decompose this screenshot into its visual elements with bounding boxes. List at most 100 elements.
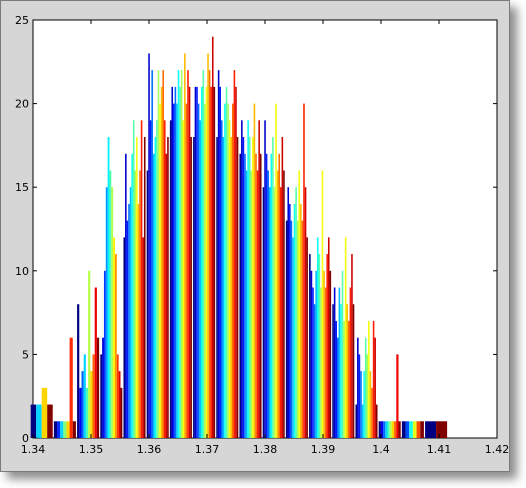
histogram-bar xyxy=(193,137,195,439)
histogram-bar xyxy=(313,304,316,438)
histogram-bar xyxy=(182,120,185,438)
histogram-bar xyxy=(210,86,212,438)
histogram-bar xyxy=(268,187,271,438)
histogram-bar xyxy=(389,421,392,438)
histogram-bar xyxy=(116,354,119,438)
histogram-bar xyxy=(281,137,284,439)
y-tick-label: 20 xyxy=(15,98,29,111)
histogram-bar xyxy=(401,421,406,438)
histogram-bar xyxy=(100,354,103,438)
histogram-bar xyxy=(412,421,417,438)
histogram-bar xyxy=(128,203,130,438)
histogram-bar xyxy=(162,70,164,438)
histogram-bar xyxy=(177,70,180,438)
histogram-bar xyxy=(283,170,285,439)
histogram-bar xyxy=(405,421,410,438)
histogram-bar xyxy=(160,86,163,438)
y-tick-label: 15 xyxy=(15,181,29,194)
histogram-bar xyxy=(205,86,208,438)
histogram-bar xyxy=(90,371,93,438)
histogram-bar xyxy=(174,86,177,438)
histogram-bar xyxy=(53,421,58,438)
y-tick-label: 10 xyxy=(15,265,29,278)
histogram-bar xyxy=(164,120,166,438)
histogram-bar xyxy=(372,320,375,438)
histogram-bar xyxy=(30,404,37,438)
histogram-bar xyxy=(196,86,198,438)
histogram-bar xyxy=(355,404,358,438)
histogram-bar xyxy=(114,254,117,438)
histogram-bar xyxy=(202,70,205,438)
histogram-bar xyxy=(171,86,174,438)
histogram-bar xyxy=(303,103,305,438)
histogram-bar xyxy=(151,70,153,438)
histogram-bar xyxy=(420,421,424,438)
histogram-bar xyxy=(194,86,197,438)
histogram-bar xyxy=(332,304,334,438)
histogram-bar xyxy=(273,187,276,438)
histogram-bar xyxy=(425,421,437,438)
histogram-bar xyxy=(222,137,225,439)
histogram-bar xyxy=(167,137,169,439)
histogram-bar xyxy=(159,103,161,438)
histogram-bar xyxy=(265,153,268,438)
histogram-bar xyxy=(398,421,401,438)
histogram-bar xyxy=(79,387,82,438)
histogram-bar xyxy=(341,270,344,438)
histogram-bar xyxy=(287,187,290,438)
histogram-bar xyxy=(310,270,313,438)
x-tick-label: 1.36 xyxy=(137,443,162,456)
histogram-bar xyxy=(304,187,307,438)
histogram-bar xyxy=(371,387,373,438)
histogram-bar xyxy=(157,70,160,438)
histogram-chart: 1.34 1.35 1.36 1.37 1.38 1.39 1.4 1.41 1.4205101… xyxy=(15,14,509,456)
histogram-bar xyxy=(293,203,296,438)
histogram-bar xyxy=(248,137,251,439)
histogram-bar xyxy=(318,254,321,438)
histogram-bar xyxy=(296,220,299,438)
histogram-bar xyxy=(120,387,123,438)
histogram-bar xyxy=(344,237,347,438)
histogram-bar xyxy=(148,53,150,438)
histogram-bar xyxy=(173,103,175,438)
histogram-bar xyxy=(88,270,91,438)
histogram-bar xyxy=(219,86,221,438)
histogram-bar xyxy=(285,220,288,438)
histogram-bar xyxy=(228,120,231,438)
histogram-bar xyxy=(77,304,80,438)
histogram-bar xyxy=(204,103,206,438)
histogram-bar xyxy=(47,404,53,438)
histogram-bar xyxy=(235,86,237,438)
histogram-bar xyxy=(179,86,181,438)
histogram-bar xyxy=(298,170,301,439)
histogram-bar xyxy=(143,137,146,439)
histogram-bar xyxy=(280,187,282,438)
histogram-bar xyxy=(357,337,359,438)
histogram-bar xyxy=(358,354,361,438)
histogram-bar xyxy=(224,103,226,438)
histogram-bar xyxy=(94,287,97,438)
histogram-bar xyxy=(436,421,448,438)
histogram-bar xyxy=(326,254,328,438)
histogram-bar xyxy=(312,287,314,438)
histogram-bar xyxy=(340,304,342,438)
histogram-bar xyxy=(239,153,242,438)
histogram-bar xyxy=(309,254,311,438)
histogram-bar xyxy=(306,237,308,438)
histogram-bar xyxy=(227,103,229,438)
histogram-bar xyxy=(416,421,421,438)
histogram-bar xyxy=(81,371,84,438)
histogram-bar xyxy=(129,187,132,438)
histogram-bar xyxy=(184,53,186,438)
histogram-bar xyxy=(134,170,137,439)
histogram-bar xyxy=(374,337,376,438)
histogram-bar xyxy=(137,203,140,438)
x-tick-label: 1.35 xyxy=(79,443,104,456)
x-tick-label: 1.39 xyxy=(311,443,336,456)
x-tick-label: 1.37 xyxy=(195,443,220,456)
histogram-bar xyxy=(245,170,248,439)
histogram-bar xyxy=(324,287,327,438)
histogram-bar xyxy=(369,371,372,438)
histogram-bar xyxy=(66,421,70,438)
histogram-bar xyxy=(394,421,397,438)
